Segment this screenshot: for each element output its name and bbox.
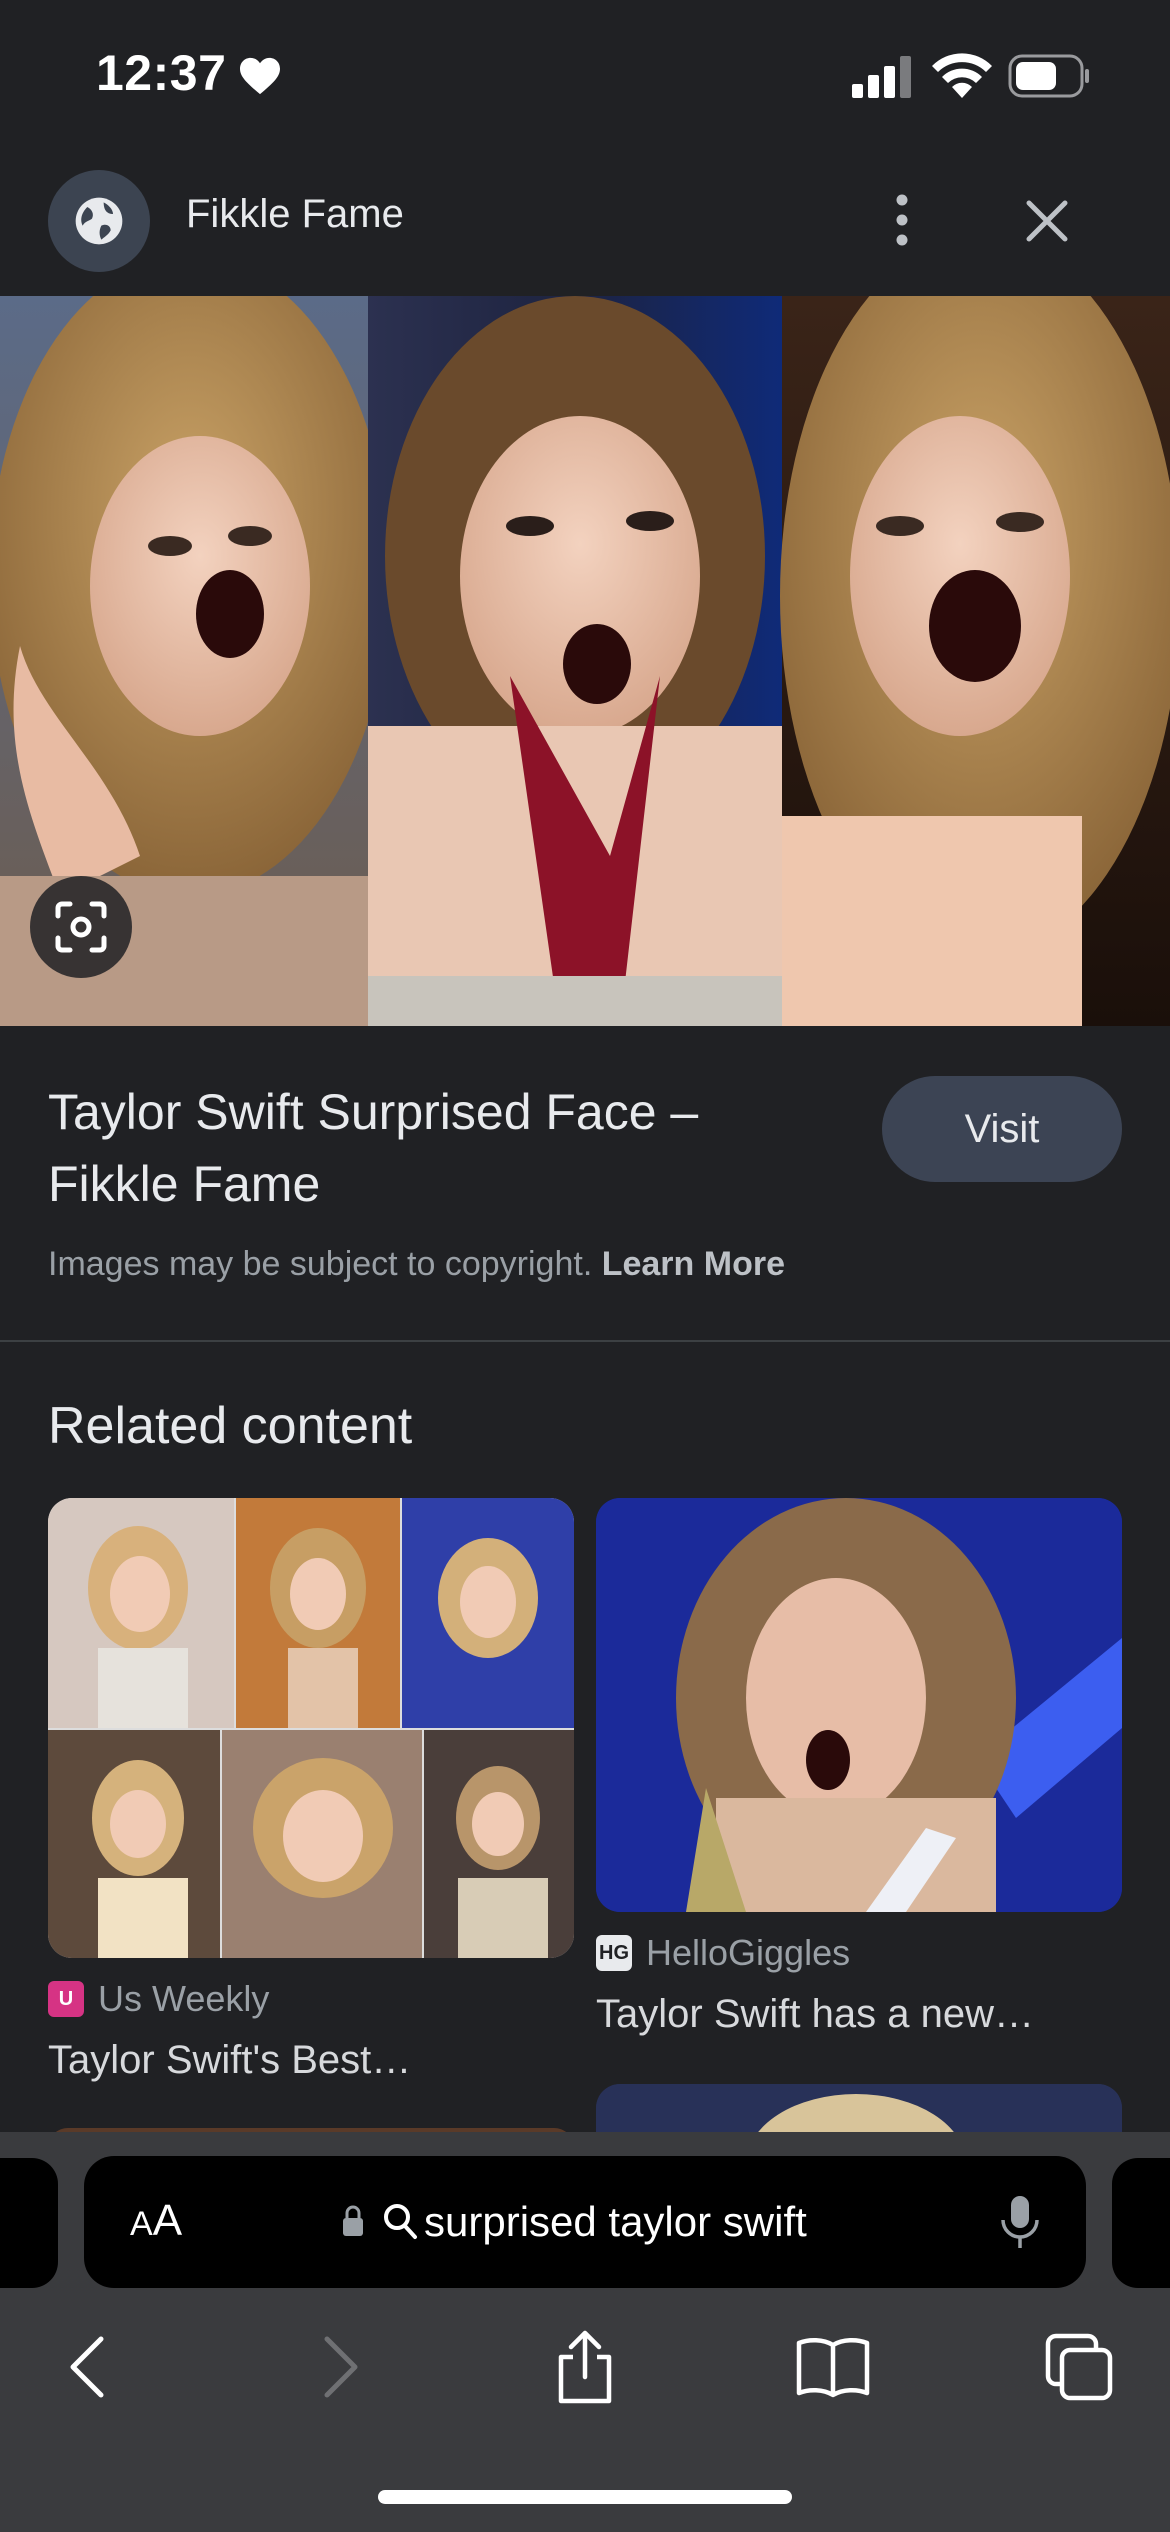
copyright-text: Images may be subject to copyright. bbox=[48, 1245, 593, 1283]
tabs-button[interactable] bbox=[1034, 2322, 1124, 2412]
battery-icon bbox=[1008, 54, 1089, 98]
related-item-2-thumbnail[interactable] bbox=[596, 1498, 1122, 1912]
related-image-2 bbox=[596, 1498, 1122, 1912]
main-image[interactable] bbox=[0, 296, 1170, 1026]
signal-icon bbox=[852, 56, 911, 98]
close-icon bbox=[1026, 200, 1068, 242]
bookmarks-button[interactable] bbox=[788, 2322, 878, 2412]
back-button[interactable] bbox=[42, 2322, 132, 2412]
forward-arrow-icon bbox=[324, 2336, 358, 2398]
tabs-icon bbox=[1045, 2333, 1113, 2401]
search-icon bbox=[384, 2204, 417, 2239]
more-options-button[interactable] bbox=[866, 184, 938, 256]
status-bar: 12:37 bbox=[0, 0, 1170, 150]
bookmarks-icon bbox=[796, 2338, 870, 2398]
related-item-2-source-name: HelloGiggles bbox=[646, 1932, 851, 1973]
copyright-notice: Images may be subject to copyright. Lear… bbox=[48, 1245, 785, 1284]
hellogiggles-favicon: HG bbox=[596, 1935, 632, 1971]
home-indicator[interactable] bbox=[378, 2490, 792, 2504]
related-heading: Related content bbox=[48, 1397, 413, 1455]
related-item-2-source[interactable]: HG HelloGiggles bbox=[596, 1932, 850, 1974]
result-title: Taylor Swift Surprised Face – Fikkle Fam… bbox=[48, 1084, 699, 1212]
learn-more-link[interactable]: Learn More bbox=[602, 1245, 785, 1283]
viewer-header: Fikkle Fame bbox=[0, 150, 1170, 296]
main-image-collage bbox=[0, 296, 1170, 1026]
close-button[interactable] bbox=[1010, 184, 1084, 258]
back-arrow-icon bbox=[70, 2336, 104, 2398]
site-title[interactable]: Fikkle Fame bbox=[186, 192, 404, 237]
site-avatar[interactable] bbox=[48, 170, 150, 272]
lens-button[interactable] bbox=[30, 876, 132, 978]
next-tab-peek[interactable] bbox=[1112, 2158, 1170, 2288]
heart-icon bbox=[240, 57, 280, 95]
status-time: 12:37 bbox=[96, 45, 227, 101]
lens-icon bbox=[55, 901, 107, 953]
visit-button[interactable]: Visit bbox=[882, 1076, 1122, 1182]
browser-toolbar: AA surprised taylor swift bbox=[0, 2132, 1170, 2532]
microphone-icon[interactable] bbox=[998, 2194, 1042, 2252]
divider bbox=[0, 1340, 1170, 1342]
lock-icon bbox=[343, 2205, 363, 2236]
share-button[interactable] bbox=[540, 2322, 630, 2412]
us-weekly-favicon: U bbox=[48, 1981, 84, 2017]
forward-button[interactable] bbox=[296, 2322, 386, 2412]
related-item-1-source-name: Us Weekly bbox=[98, 1978, 270, 2019]
wifi-icon bbox=[932, 53, 992, 98]
related-item-1-title[interactable]: Taylor Swift's Best… bbox=[48, 2038, 411, 2083]
reader-options-button[interactable]: AA bbox=[130, 2196, 182, 2246]
share-icon bbox=[558, 2330, 612, 2404]
previous-tab-peek[interactable] bbox=[0, 2158, 58, 2288]
globe-icon bbox=[75, 197, 123, 245]
collage-image bbox=[48, 1498, 574, 1958]
address-bar[interactable]: AA surprised taylor swift bbox=[84, 2156, 1086, 2288]
related-item-1-thumbnail[interactable] bbox=[48, 1498, 574, 1958]
more-vertical-icon bbox=[896, 194, 908, 246]
related-item-2-title[interactable]: Taylor Swift has a new… bbox=[596, 1992, 1034, 2037]
address-text[interactable]: surprised taylor swift bbox=[424, 2198, 807, 2246]
related-item-1-source[interactable]: U Us Weekly bbox=[48, 1978, 269, 2020]
